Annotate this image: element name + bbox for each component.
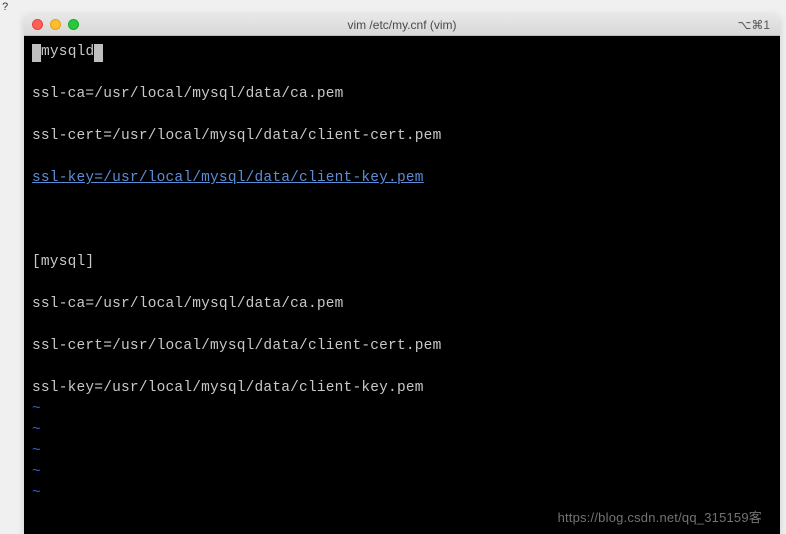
vim-tilde: ~	[32, 399, 772, 420]
traffic-lights	[32, 19, 79, 30]
file-line: ssl-key=/usr/local/mysql/data/client-key…	[32, 378, 772, 399]
minimize-icon[interactable]	[50, 19, 61, 30]
file-line: [mysql]	[32, 252, 772, 273]
close-icon[interactable]	[32, 19, 43, 30]
file-line	[32, 231, 772, 252]
file-line: ssl-key=/usr/local/mysql/data/client-key…	[32, 168, 772, 189]
file-line: ssl-cert=/usr/local/mysql/data/client-ce…	[32, 336, 772, 357]
file-line	[32, 210, 772, 231]
vim-cursor-end	[94, 44, 103, 62]
file-line: ssl-cert=/usr/local/mysql/data/client-ce…	[32, 126, 772, 147]
window-title: vim /etc/my.cnf (vim)	[24, 18, 780, 32]
file-line	[32, 357, 772, 378]
vim-cursor	[32, 44, 41, 62]
vim-tilde: ~	[32, 462, 772, 483]
vim-tilde: ~	[32, 441, 772, 462]
file-line	[32, 63, 772, 84]
watermark-text: https://blog.csdn.net/qq_315159客	[558, 507, 762, 526]
file-line: ssl-ca=/usr/local/mysql/data/ca.pem	[32, 294, 772, 315]
file-line: ssl-ca=/usr/local/mysql/data/ca.pem	[32, 84, 772, 105]
file-line	[32, 105, 772, 126]
window-shortcut-indicator: ⌥⌘1	[737, 18, 770, 32]
file-line	[32, 189, 772, 210]
maximize-icon[interactable]	[68, 19, 79, 30]
file-line	[32, 273, 772, 294]
window-title-bar: vim /etc/my.cnf (vim) ⌥⌘1	[24, 14, 780, 36]
section-header-text: mysqld	[41, 42, 94, 63]
file-line	[32, 315, 772, 336]
ssl-key-link: ssl-key=/usr/local/mysql/data/client-key…	[32, 170, 424, 186]
file-line	[32, 147, 772, 168]
vim-cursor-line: mysqld	[32, 42, 772, 63]
terminal-content[interactable]: mysqld ssl-ca=/usr/local/mysql/data/ca.p…	[24, 36, 780, 534]
vim-tilde: ~	[32, 483, 772, 504]
background-partial-text: ?	[2, 2, 9, 14]
terminal-window: vim /etc/my.cnf (vim) ⌥⌘1 mysqld ssl-ca=…	[24, 14, 780, 534]
vim-tilde: ~	[32, 420, 772, 441]
